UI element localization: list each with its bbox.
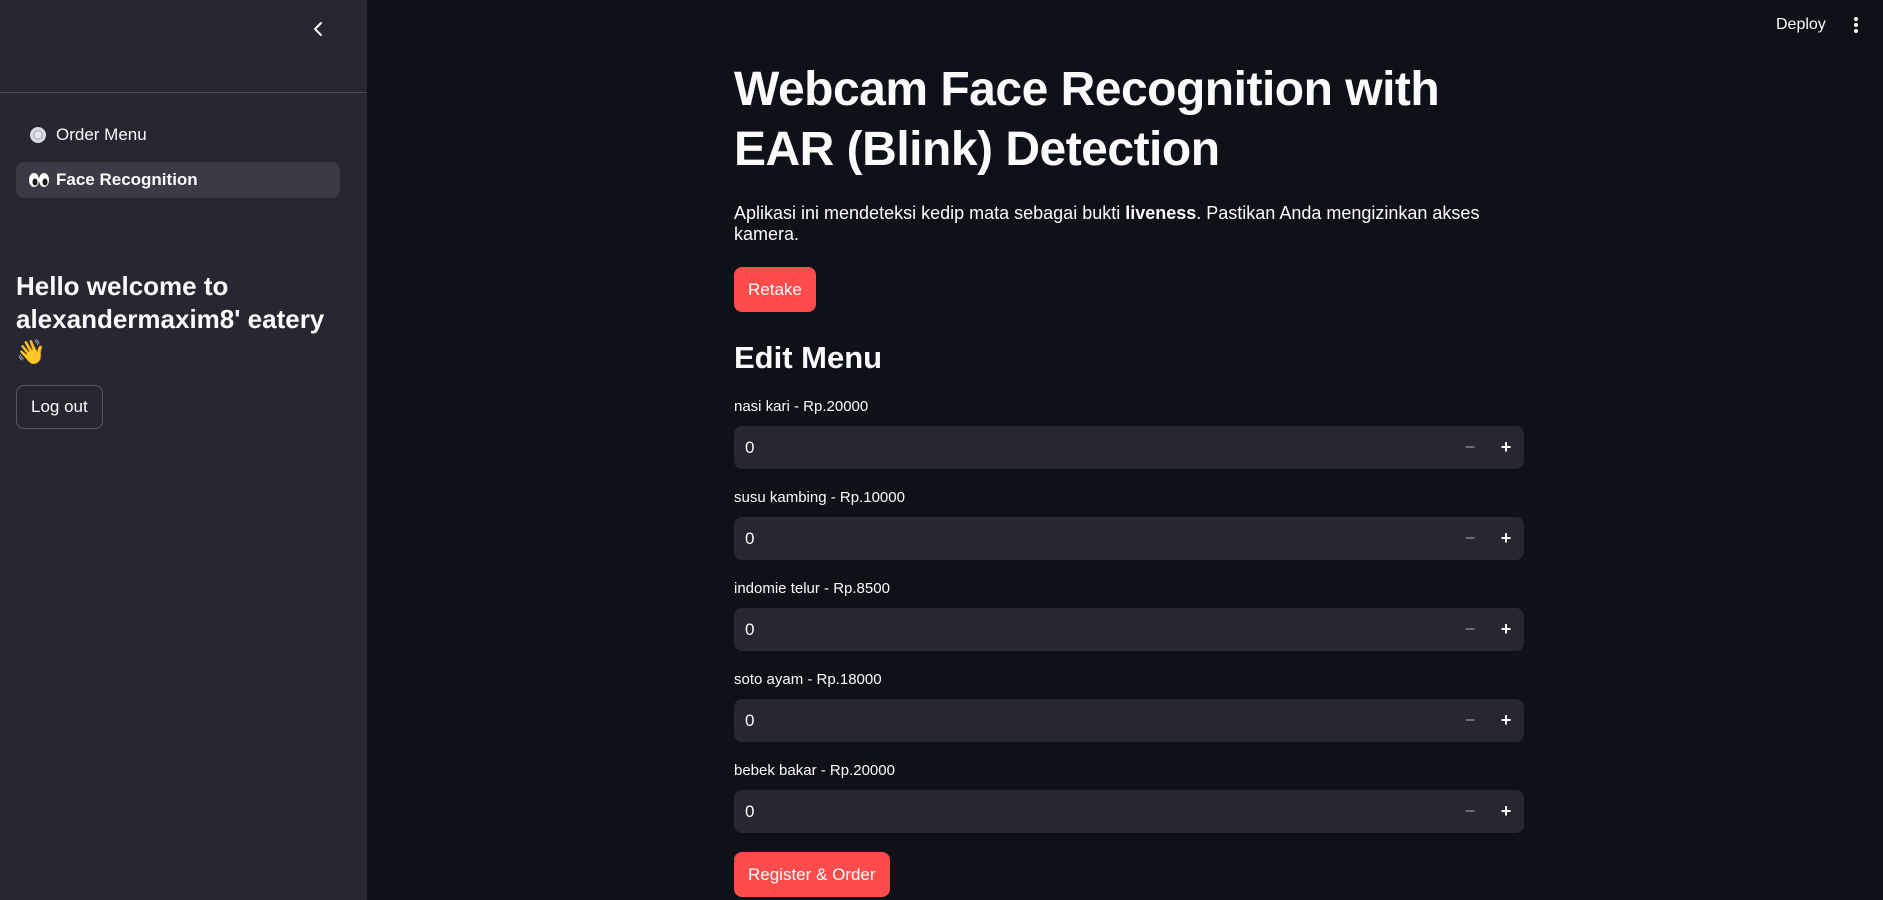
sidebar-divider	[0, 92, 367, 93]
main-menu-icon[interactable]	[1846, 14, 1866, 36]
quantity-input[interactable]	[734, 699, 1452, 742]
description-text: Aplikasi ini mendeteksi kedip mata sebag…	[734, 203, 1126, 223]
logout-button[interactable]: Log out	[16, 385, 103, 429]
page-title: Webcam Face Recognition with EAR (Blink)…	[734, 63, 1440, 176]
quantity-stepper: − +	[734, 790, 1524, 833]
menu-item: soto ayam - Rp.18000 − +	[734, 669, 1524, 742]
menu-list: nasi kari - Rp.20000 − + susu kambing - …	[734, 396, 1524, 833]
quantity-input[interactable]	[734, 608, 1452, 651]
quantity-stepper: − +	[734, 608, 1524, 651]
quantity-input[interactable]	[734, 426, 1452, 469]
page-description: Aplikasi ini mendeteksi kedip mata sebag…	[734, 203, 1524, 245]
welcome-heading: Hello welcome to alexandermaxim8' eatery…	[16, 270, 346, 369]
quantity-input[interactable]	[734, 790, 1452, 833]
register-order-button[interactable]: Register & Order	[734, 852, 890, 897]
menu-item: bebek bakar - Rp.20000 − +	[734, 760, 1524, 833]
description-bold: liveness	[1125, 203, 1197, 223]
chevron-left-icon	[314, 22, 322, 36]
menu-item: nasi kari - Rp.20000 − +	[734, 396, 1524, 469]
plate-icon	[28, 126, 50, 144]
retake-button[interactable]: Retake	[734, 267, 816, 312]
sidebar-item-label: Face Recognition	[56, 170, 198, 189]
minus-icon[interactable]: −	[1452, 790, 1488, 833]
eyes-icon	[28, 171, 50, 189]
plus-icon[interactable]: +	[1488, 699, 1524, 742]
sidebar-item-face-recognition[interactable]: Face Recognition	[16, 162, 340, 198]
quantity-stepper: − +	[734, 517, 1524, 560]
menu-item: susu kambing - Rp.10000 − +	[734, 487, 1524, 560]
sidebar-item-label: Order Menu	[56, 125, 147, 144]
quantity-input[interactable]	[734, 517, 1452, 560]
welcome-text: Hello welcome to alexandermaxim8' eatery	[16, 271, 325, 334]
menu-item-label: bebek bakar - Rp.20000	[734, 762, 895, 779]
section-title: Edit Menu	[734, 340, 883, 375]
plus-icon[interactable]: +	[1488, 790, 1524, 833]
main-content: Webcam Face Recognition with EAR (Blink)…	[734, 60, 1524, 897]
plus-icon[interactable]: +	[1488, 426, 1524, 469]
sidebar: Order Menu Face Recognition Hello welcom…	[0, 0, 367, 900]
plus-icon[interactable]: +	[1488, 517, 1524, 560]
plus-icon[interactable]: +	[1488, 608, 1524, 651]
minus-icon[interactable]: −	[1452, 517, 1488, 560]
minus-icon[interactable]: −	[1452, 426, 1488, 469]
minus-icon[interactable]: −	[1452, 608, 1488, 651]
deploy-button[interactable]: Deploy	[1770, 14, 1832, 36]
menu-item-label: soto ayam - Rp.18000	[734, 671, 882, 688]
menu-item: indomie telur - Rp.8500 − +	[734, 578, 1524, 651]
minus-icon[interactable]: −	[1452, 699, 1488, 742]
menu-item-label: nasi kari - Rp.20000	[734, 398, 869, 415]
quantity-stepper: − +	[734, 699, 1524, 742]
quantity-stepper: − +	[734, 426, 1524, 469]
menu-item-label: indomie telur - Rp.8500	[734, 580, 890, 597]
menu-item-label: susu kambing - Rp.10000	[734, 489, 905, 506]
waving-hand-icon: 👋	[16, 339, 46, 366]
collapse-sidebar-button[interactable]	[306, 16, 332, 42]
sidebar-nav: Order Menu Face Recognition	[16, 117, 340, 207]
sidebar-item-order-menu[interactable]: Order Menu	[16, 117, 340, 153]
